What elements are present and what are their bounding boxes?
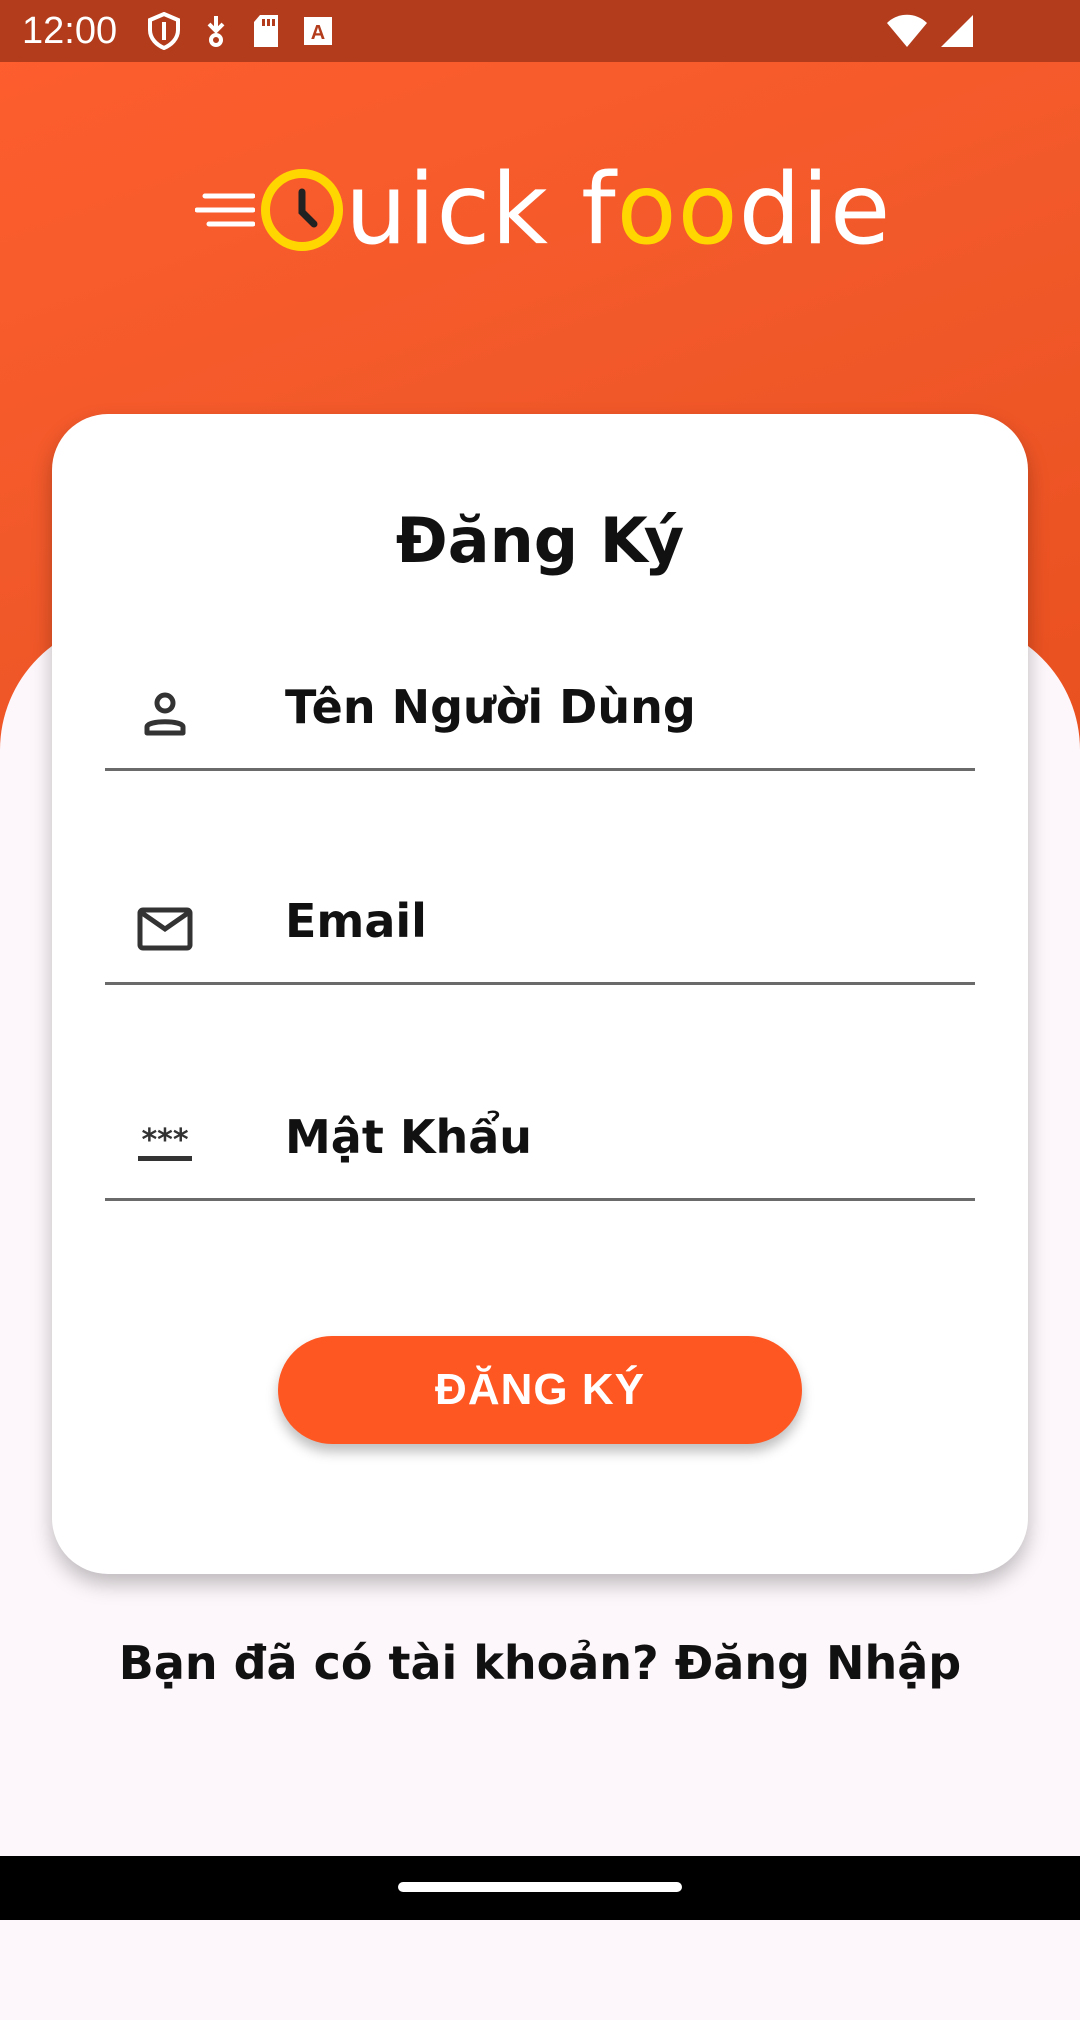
email-field[interactable]: Email [105,862,975,985]
text-a-icon: A [304,17,333,45]
status-bar: 12:00 A [0,0,1080,62]
password-label: Mật Khẩu [285,1110,533,1164]
person-icon [144,692,186,736]
signup-card: Đăng Ký Tên Người Dùng Email *** Mật Khẩ… [52,414,1028,1574]
password-field[interactable]: *** Mật Khẩu [105,1078,975,1201]
speed-lines-icon [195,193,255,227]
app-logo: uick foodie [195,145,895,275]
clock-q-icon [261,169,343,251]
page-title: Đăng Ký [395,504,685,577]
wifi-icon [887,14,927,47]
status-time: 12:00 [22,9,118,52]
username-label: Tên Người Dùng [285,680,696,734]
svg-text:A: A [311,22,325,44]
logo-text: uick foodie [345,153,892,267]
signal-icon [941,15,973,47]
navigation-bar [0,1856,1080,1920]
email-label: Email [285,894,427,948]
password-icon: *** [138,1123,192,1161]
svg-text:***: *** [141,1123,188,1158]
download-icon [207,16,225,47]
shield-icon [148,12,181,50]
username-field[interactable]: Tên Người Dùng [105,648,975,771]
mail-icon [137,907,193,951]
login-link[interactable]: Bạn đã có tài khoản? Đăng Nhập [0,1636,1080,1690]
sd-card-icon [254,15,279,47]
signup-button[interactable]: ĐĂNG KÝ [278,1336,802,1444]
home-gesture-handle[interactable] [398,1882,682,1892]
